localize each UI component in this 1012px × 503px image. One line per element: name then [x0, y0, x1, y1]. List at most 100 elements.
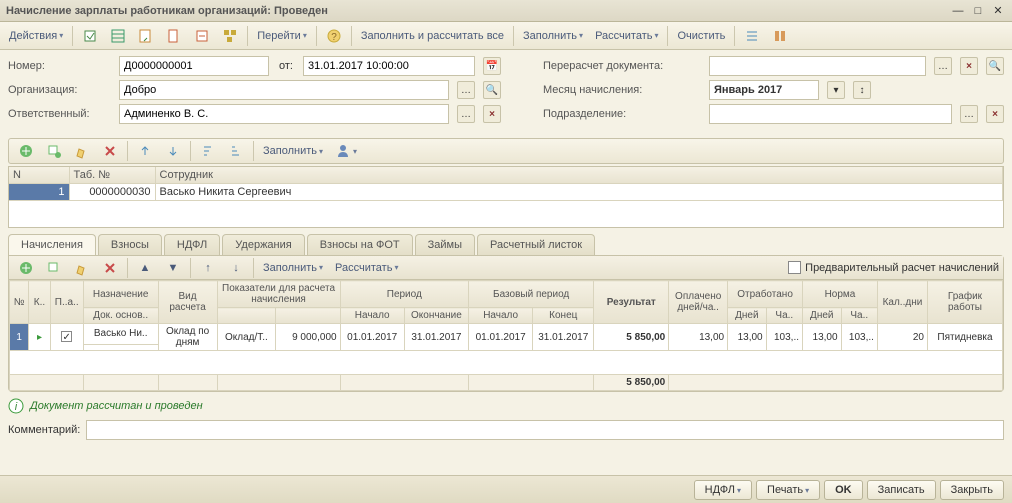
- add-copy-button[interactable]: [41, 140, 67, 162]
- tab-fot[interactable]: Взносы на ФОТ: [307, 234, 413, 255]
- grid-sort-desc-button[interactable]: ↓: [223, 257, 249, 279]
- sort-asc-icon: [200, 143, 216, 159]
- org-lookup-button[interactable]: 🔍: [483, 81, 501, 99]
- calculate-menu[interactable]: Рассчитать: [590, 25, 663, 47]
- print-button[interactable]: Печать: [756, 480, 820, 500]
- report-icon: [166, 28, 182, 44]
- grid-row[interactable]: 1 ▸ ✓ Васько Ни.. Оклад по дням Оклад/Т.…: [10, 324, 1003, 345]
- post-button[interactable]: [133, 25, 159, 47]
- report-button[interactable]: [161, 25, 187, 47]
- org-dots-button[interactable]: …: [457, 81, 475, 99]
- goto-menu[interactable]: Перейти: [252, 25, 312, 47]
- sort-asc-button[interactable]: [195, 140, 221, 162]
- resp-dots-button[interactable]: …: [457, 105, 475, 123]
- month-drop-button[interactable]: ▾: [827, 81, 845, 99]
- month-step-button[interactable]: ↕: [853, 81, 871, 99]
- help-button[interactable]: ?: [321, 25, 347, 47]
- tab-deduct[interactable]: Удержания: [222, 234, 304, 255]
- clear-button[interactable]: Очистить: [672, 25, 730, 47]
- month-selector[interactable]: Январь 2017: [709, 80, 819, 100]
- number-label: Номер:: [8, 60, 113, 72]
- dept-input[interactable]: [709, 104, 952, 124]
- maximize-icon[interactable]: □: [970, 3, 986, 19]
- recalc-input[interactable]: [709, 56, 926, 76]
- settings-button[interactable]: [767, 25, 793, 47]
- close-button[interactable]: Закрыть: [940, 480, 1004, 500]
- grid-sort-asc-button[interactable]: ↑: [195, 257, 221, 279]
- actions-menu[interactable]: Действия: [4, 25, 68, 47]
- grid-copy-button[interactable]: [41, 257, 67, 279]
- up-button[interactable]: [132, 140, 158, 162]
- header-form: Номер: от: 📅 Перерасчет документа: … × 🔍…: [0, 50, 1012, 134]
- month-label: Месяц начисления:: [543, 84, 703, 96]
- grid-edit-button[interactable]: [69, 257, 95, 279]
- org-input[interactable]: [119, 80, 449, 100]
- accrual-grid: № К.. П..а.. Назначение Вид расчета Пока…: [9, 280, 1003, 391]
- grid-total-row: 5 850,00: [10, 375, 1003, 391]
- settings-icon: [772, 28, 788, 44]
- status-line: i Документ рассчитан и проведен: [8, 398, 1004, 414]
- pencil-icon: [74, 143, 90, 159]
- sort-desc-icon: [228, 143, 244, 159]
- save-button[interactable]: Записать: [867, 480, 936, 500]
- grid-delete-button[interactable]: [97, 257, 123, 279]
- sort-desc-button[interactable]: [223, 140, 249, 162]
- delete-button[interactable]: [97, 140, 123, 162]
- dept-clear-button[interactable]: ×: [986, 105, 1004, 123]
- grid-calc-menu[interactable]: Рассчитать: [330, 257, 403, 279]
- grid-fill-menu[interactable]: Заполнить: [258, 257, 328, 279]
- table-button[interactable]: [105, 25, 131, 47]
- user-menu[interactable]: [330, 140, 362, 162]
- date-input[interactable]: [303, 56, 475, 76]
- tab-loans[interactable]: Займы: [415, 234, 475, 255]
- ok-button[interactable]: OK: [824, 480, 863, 500]
- calendar-button[interactable]: 📅: [483, 57, 501, 75]
- recalc-clear-button[interactable]: ×: [960, 57, 978, 75]
- comment-input[interactable]: [86, 420, 1004, 440]
- refresh-button[interactable]: [77, 25, 103, 47]
- copy-plus-icon: [46, 143, 62, 159]
- preview-checkbox[interactable]: Предварительный расчет начислений: [788, 261, 999, 274]
- close-icon[interactable]: ✕: [990, 3, 1006, 19]
- fill-menu[interactable]: Заполнить: [518, 25, 588, 47]
- list-button[interactable]: [739, 25, 765, 47]
- tab-accruals[interactable]: Начисления: [8, 234, 96, 255]
- down-button[interactable]: [160, 140, 186, 162]
- org-label: Организация:: [8, 84, 113, 96]
- employee-table: N Таб. № Сотрудник 1 0000000030 Васько Н…: [8, 166, 1004, 228]
- resp-clear-button[interactable]: ×: [483, 105, 501, 123]
- svg-text:?: ?: [331, 32, 337, 43]
- grid-down-button[interactable]: ▼: [160, 257, 186, 279]
- grid-add-button[interactable]: [13, 257, 39, 279]
- col-n[interactable]: N: [9, 167, 69, 184]
- col-emp[interactable]: Сотрудник: [155, 167, 1003, 184]
- resp-label: Ответственный:: [8, 108, 113, 120]
- add-button[interactable]: [13, 140, 39, 162]
- tab-ndfl[interactable]: НДФЛ: [164, 234, 220, 255]
- recalc-lookup-button[interactable]: 🔍: [986, 57, 1004, 75]
- ndfl-button[interactable]: НДФЛ: [694, 480, 752, 500]
- magnifier-icon: 🔍: [486, 85, 498, 96]
- minimize-icon[interactable]: —: [950, 3, 966, 19]
- user-icon: [335, 143, 351, 159]
- sub-fill-menu[interactable]: Заполнить: [258, 140, 328, 162]
- number-input[interactable]: [119, 56, 269, 76]
- struct-button[interactable]: [217, 25, 243, 47]
- list-icon: [744, 28, 760, 44]
- fill-calc-all-button[interactable]: Заполнить и рассчитать все: [356, 25, 509, 47]
- table-row[interactable]: 1 0000000030 Васько Никита Сергеевич: [9, 184, 1003, 201]
- edit-button[interactable]: [69, 140, 95, 162]
- accrual-toolbar: ▲ ▼ ↑ ↓ Заполнить Рассчитать Предварител…: [9, 256, 1003, 280]
- recalc-dots-button[interactable]: …: [934, 57, 952, 75]
- tab-payslip[interactable]: Расчетный листок: [477, 234, 595, 255]
- tab-contrib[interactable]: Взносы: [98, 234, 162, 255]
- col-tab[interactable]: Таб. №: [69, 167, 155, 184]
- flag-icon: ▸: [37, 332, 42, 343]
- dept-dots-button[interactable]: …: [960, 105, 978, 123]
- grid-up-button[interactable]: ▲: [132, 257, 158, 279]
- attach-button[interactable]: [189, 25, 215, 47]
- resp-input[interactable]: [119, 104, 449, 124]
- footer-bar: НДФЛ Печать OK Записать Закрыть: [0, 475, 1012, 503]
- struct-icon: [222, 28, 238, 44]
- calendar-icon: 📅: [486, 61, 498, 72]
